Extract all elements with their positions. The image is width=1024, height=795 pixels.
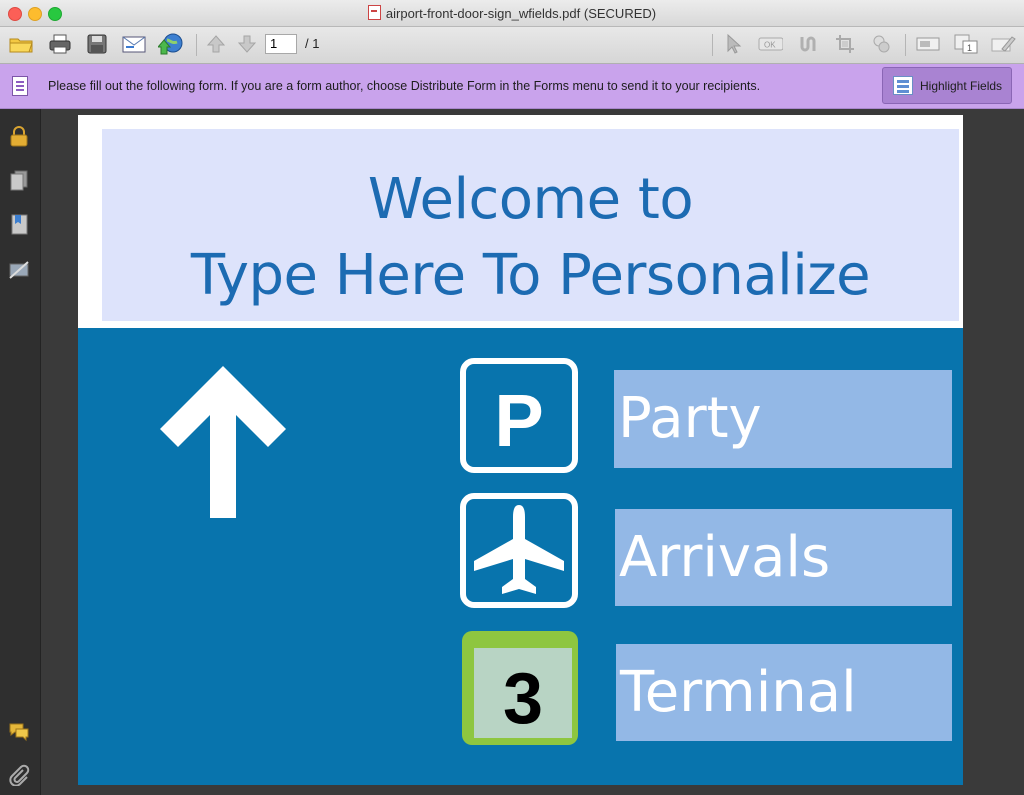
terminal-number-sign: 3 (462, 631, 578, 745)
terminal-number-field[interactable]: 3 (474, 648, 572, 739)
button-tool-icon[interactable]: OK (757, 32, 783, 56)
next-page-icon[interactable] (234, 32, 260, 56)
welcome-field[interactable]: Welcome to Type Here To Personalize (102, 129, 959, 321)
comments-icon[interactable] (8, 720, 30, 742)
stamp-tool-icon[interactable] (868, 32, 894, 56)
up-arrow-icon (160, 366, 286, 518)
select-cursor-icon[interactable] (720, 32, 746, 56)
title-bar: airport-front-door-sign_wfields.pdf (SEC… (0, 0, 1024, 27)
parking-sign-icon: P (460, 358, 578, 473)
sign-panel: P 3 Party Arrivals Terminal (78, 328, 963, 785)
form-notification-bar: Please fill out the following form. If y… (0, 64, 1024, 109)
highlight-fields-button[interactable]: Highlight Fields (882, 67, 1012, 104)
page-number-tool-icon[interactable]: 1 (953, 32, 979, 56)
attachments-icon[interactable] (8, 764, 30, 787)
form-message: Please fill out the following form. If y… (48, 79, 761, 93)
navigation-sidebar (0, 109, 41, 795)
previous-page-icon[interactable] (203, 32, 229, 56)
open-folder-icon[interactable] (8, 32, 34, 56)
right-gutter (963, 109, 1024, 795)
pdf-file-icon (367, 5, 381, 20)
print-icon[interactable] (47, 32, 73, 56)
crop-tool-icon[interactable] (832, 32, 858, 56)
highlight-fields-label: Highlight Fields (920, 79, 1003, 93)
pdf-page: Welcome to Type Here To Personalize P 3 … (78, 115, 963, 785)
arrivals-text-field[interactable]: Arrivals (615, 509, 952, 606)
personalize-line: Type Here To Personalize (190, 243, 871, 308)
window-title: airport-front-door-sign_wfields.pdf (SEC… (385, 6, 657, 21)
svg-text:OK: OK (764, 41, 776, 50)
highlight-fields-icon (893, 76, 913, 95)
form-icon (12, 76, 28, 96)
terminal-text-field[interactable]: Terminal (616, 644, 952, 741)
airplane-icon (474, 505, 564, 594)
text-field-tool-icon[interactable] (915, 32, 941, 56)
toolbar: 1 / 1 OK 1 (0, 27, 1024, 64)
page-number-field[interactable]: 1 (265, 34, 297, 54)
parking-letter: P (494, 379, 544, 462)
link-tool-icon[interactable] (795, 32, 821, 56)
email-icon[interactable] (121, 32, 147, 56)
parking-text-field[interactable]: Party (614, 370, 952, 468)
bookmarks-icon[interactable] (8, 213, 30, 235)
save-icon[interactable] (84, 32, 110, 56)
sign-tool-icon[interactable] (990, 32, 1016, 56)
airplane-sign-icon (460, 493, 578, 608)
terminal-number: 3 (502, 659, 544, 739)
welcome-line-1: Welcome to (367, 167, 694, 232)
pages-icon[interactable] (8, 169, 30, 191)
lock-icon[interactable] (8, 125, 30, 147)
signatures-icon[interactable] (8, 258, 30, 280)
page-total-label: / 1 (305, 36, 320, 51)
upload-globe-icon[interactable] (158, 32, 184, 56)
svg-text:1: 1 (967, 43, 972, 53)
